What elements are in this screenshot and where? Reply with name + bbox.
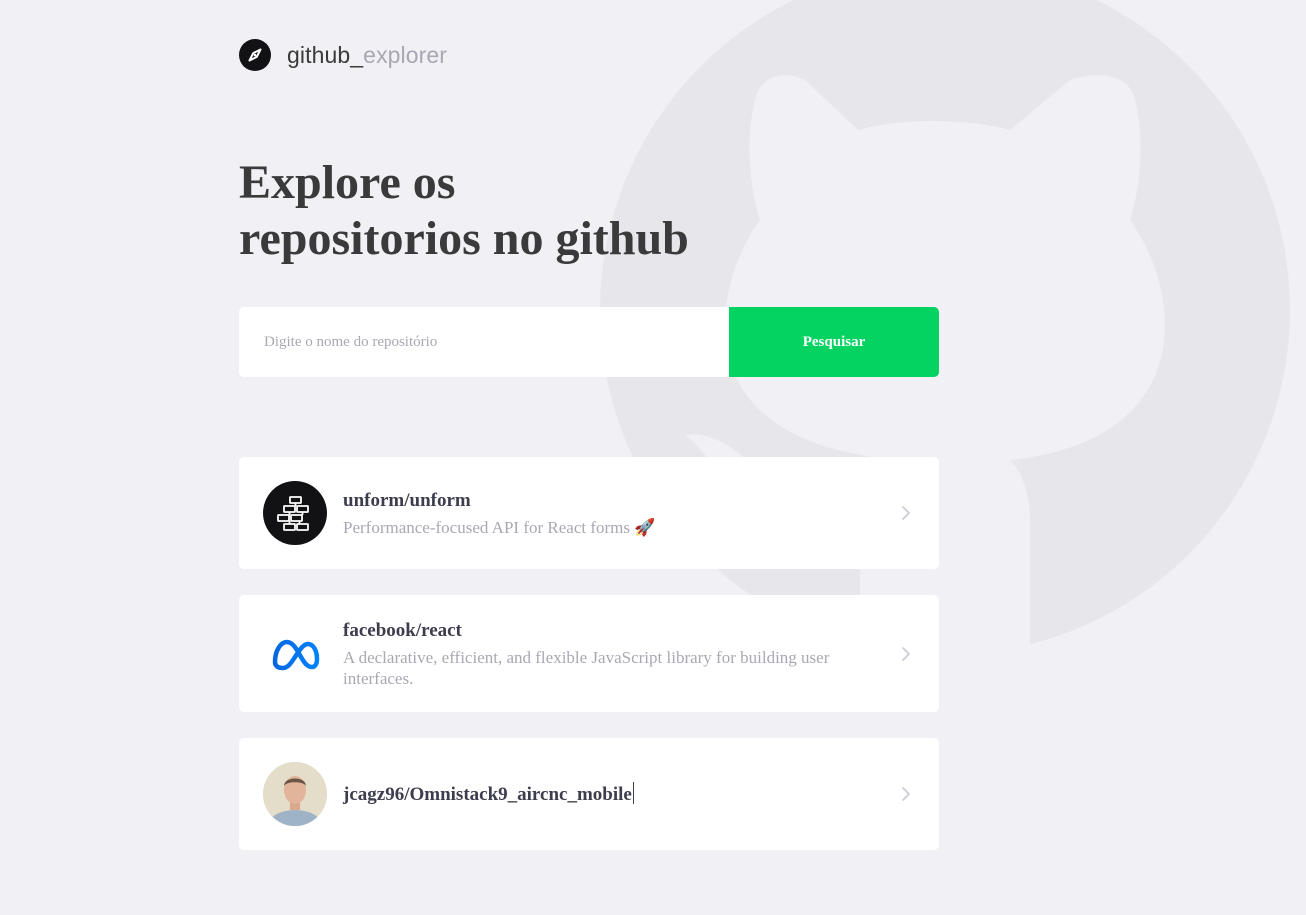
- page-title: Explore os repositorios no github: [239, 155, 799, 267]
- repository-card-unform[interactable]: unform/unform Performance-focused API fo…: [239, 457, 939, 569]
- compass-icon: [239, 39, 271, 71]
- chevron-right-icon: [902, 646, 910, 661]
- repository-description: A declarative, efficient, and flexible J…: [343, 647, 830, 688]
- avatar: [263, 762, 327, 826]
- repository-info: facebook/react A declarative, efficient,…: [343, 619, 915, 689]
- repository-name: unform/unform: [343, 489, 471, 511]
- repository-name: facebook/react: [343, 619, 462, 641]
- user-avatar: [263, 762, 327, 826]
- repository-name-text: jcagz96/Omnistack9_aircnc_mobile: [343, 783, 632, 805]
- avatar: [263, 621, 327, 686]
- brand-name: github_explorer: [287, 42, 447, 69]
- search-button[interactable]: Pesquisar: [729, 307, 939, 377]
- search-form: Pesquisar: [239, 307, 939, 377]
- repository-search-input[interactable]: [239, 307, 729, 377]
- text-cursor: [632, 781, 634, 804]
- page-title-line1: Explore os: [239, 156, 456, 209]
- repository-card-facebook-react[interactable]: facebook/react A declarative, efficient,…: [239, 595, 939, 712]
- repository-description: Performance-focused API for React forms …: [343, 517, 656, 537]
- repository-info: unform/unform Performance-focused API fo…: [343, 489, 915, 538]
- brand-suffix: explorer: [363, 41, 448, 68]
- app-logo[interactable]: github_explorer: [239, 38, 447, 72]
- chevron-right-icon: [902, 787, 910, 801]
- chevron-right-icon: [902, 506, 910, 520]
- avatar: [263, 481, 327, 545]
- unform-logo-icon: [277, 496, 309, 531]
- repository-card-omnistack[interactable]: jcagz96/Omnistack9_aircnc_mobile: [239, 738, 939, 850]
- repository-name: jcagz96/Omnistack9_aircnc_mobile: [343, 781, 865, 807]
- brand-prefix: github_: [287, 41, 364, 68]
- page-title-line2: repositorios no github: [239, 212, 689, 265]
- repository-list: unform/unform Performance-focused API fo…: [239, 457, 939, 876]
- meta-logo-icon: [272, 639, 320, 670]
- repository-info: jcagz96/Omnistack9_aircnc_mobile: [343, 781, 915, 807]
